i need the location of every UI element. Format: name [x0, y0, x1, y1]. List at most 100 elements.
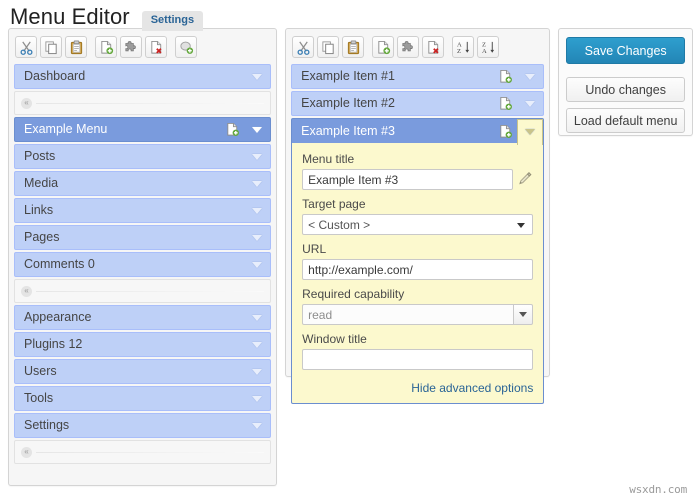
- menu-row[interactable]: Tools: [14, 386, 272, 411]
- required-capability-dropdown-button[interactable]: [514, 304, 534, 325]
- field-menu-title: Menu title: [302, 152, 533, 190]
- required-capability-input[interactable]: [302, 304, 515, 325]
- menu-row[interactable]: Links: [14, 198, 272, 223]
- menu-row[interactable]: Media: [14, 171, 272, 196]
- target-page-select[interactable]: < Custom >: [302, 214, 534, 235]
- menu-row-label: Appearance: [24, 310, 92, 325]
- menu-row[interactable]: Users: [14, 359, 272, 384]
- separator-line: [36, 290, 265, 292]
- menu-row-label: Tools: [24, 391, 54, 406]
- save-changes-button[interactable]: Save Changes: [566, 37, 685, 64]
- new-separator-icon[interactable]: [175, 36, 197, 58]
- pencil-icon[interactable]: [518, 171, 533, 189]
- separator-handle-icon: «: [21, 285, 32, 297]
- sort-desc-icon[interactable]: ZA: [477, 36, 500, 58]
- load-default-menu-button[interactable]: Load default menu: [566, 108, 685, 133]
- undo-changes-button[interactable]: Undo changes: [566, 77, 685, 102]
- menu-row-label: Dashboard: [24, 69, 86, 84]
- chevron-down-icon[interactable]: [244, 387, 270, 410]
- puzzle-icon[interactable]: [120, 36, 142, 58]
- target-page-value: < Custom >: [308, 217, 371, 232]
- chevron-down-icon[interactable]: [244, 414, 270, 437]
- chevron-down-icon[interactable]: [244, 253, 270, 276]
- tab-settings[interactable]: Settings: [141, 11, 204, 31]
- menu-separator-row[interactable]: «: [14, 279, 272, 303]
- chevron-down-icon[interactable]: [244, 118, 270, 141]
- separator-handle-icon: «: [21, 446, 32, 458]
- page-header: Menu Editor Settings: [0, 0, 693, 31]
- menu-row[interactable]: Appearance: [14, 305, 272, 330]
- menu-row-label: Posts: [24, 149, 56, 164]
- page-icon[interactable]: [225, 122, 240, 137]
- chevron-down-icon[interactable]: [244, 65, 270, 88]
- paste-icon[interactable]: [65, 36, 87, 58]
- cut-icon[interactable]: [292, 36, 315, 58]
- chevron-down-icon[interactable]: [244, 226, 270, 249]
- chevron-down-icon[interactable]: [517, 118, 544, 145]
- menu-row[interactable]: Comments 0: [14, 252, 272, 277]
- page-icon[interactable]: [498, 69, 513, 84]
- menu-separator-row[interactable]: «: [14, 91, 272, 115]
- menu-row-label: Plugins 12: [24, 337, 83, 352]
- menu-row-label: Comments 0: [24, 257, 95, 272]
- menu-title-input[interactable]: [302, 169, 514, 190]
- puzzle-icon[interactable]: [397, 36, 420, 58]
- menu-row-label: Users: [24, 364, 57, 379]
- field-required-capability: Required capability: [302, 287, 534, 325]
- copy-icon[interactable]: [40, 36, 62, 58]
- url-input[interactable]: [302, 259, 534, 280]
- menu-row-label: Media: [24, 176, 59, 191]
- menu-row-label: Settings: [24, 418, 70, 433]
- workspace: Dashboard « Example Menu Posts Media Links Pag…: [0, 28, 693, 486]
- target-page-label: Target page: [302, 197, 366, 211]
- chevron-down-icon[interactable]: [244, 333, 270, 356]
- new-item-icon[interactable]: [372, 36, 395, 58]
- menu-row[interactable]: Plugins 12: [14, 332, 272, 357]
- window-title-label: Window title: [302, 332, 367, 346]
- field-window-title: Window title: [302, 332, 534, 370]
- chevron-down-icon[interactable]: [517, 65, 543, 88]
- page-icon[interactable]: [498, 124, 513, 139]
- chevron-down-icon[interactable]: [244, 172, 270, 195]
- chevron-down-icon[interactable]: [517, 92, 543, 115]
- submenu-row-label: Example Item #1: [301, 69, 395, 84]
- chevron-down-icon[interactable]: [244, 145, 270, 168]
- menu-row[interactable]: Example Menu: [14, 117, 272, 142]
- menu-row[interactable]: Settings: [14, 413, 272, 438]
- menu-row[interactable]: Posts: [14, 144, 272, 169]
- submenu-row[interactable]: Example Item #2: [291, 91, 545, 116]
- menu-row[interactable]: Pages: [14, 225, 272, 250]
- new-menu-icon[interactable]: [95, 36, 117, 58]
- menu-row[interactable]: Dashboard: [14, 64, 272, 89]
- toggle-advanced-options-link[interactable]: Hide advanced options: [411, 381, 533, 395]
- actions-panel: Save Changes Undo changes Load default m…: [558, 28, 693, 136]
- separator-line: [36, 451, 265, 453]
- separator-handle-icon: «: [21, 97, 32, 109]
- item-settings-form: Menu title Target page < Custom >: [291, 143, 545, 404]
- submenu-row[interactable]: Example Item #3: [291, 118, 545, 145]
- menu-separator-row[interactable]: «: [14, 440, 272, 464]
- chevron-down-icon[interactable]: [244, 360, 270, 383]
- copy-icon[interactable]: [317, 36, 340, 58]
- form-footer: Hide advanced options: [302, 377, 533, 395]
- watermark: wsxdn.com: [629, 483, 687, 496]
- delete-menu-icon[interactable]: [145, 36, 167, 58]
- paste-icon[interactable]: [342, 36, 365, 58]
- cut-icon[interactable]: [15, 36, 37, 58]
- delete-item-icon[interactable]: [422, 36, 445, 58]
- required-capability-label: Required capability: [302, 287, 405, 301]
- submenu-row[interactable]: Example Item #1: [291, 64, 545, 89]
- separator-line: [36, 102, 265, 104]
- chevron-down-icon[interactable]: [244, 306, 270, 329]
- svg-text:A: A: [482, 48, 487, 55]
- submenu-row-label: Example Item #2: [301, 96, 395, 111]
- chevron-down-icon[interactable]: [244, 199, 270, 222]
- field-target-page: Target page < Custom >: [302, 197, 534, 235]
- url-label: URL: [302, 242, 327, 256]
- submenu-panel: AZ ZA Example Item #1 Example Item #2 Exam…: [285, 28, 551, 404]
- window-title-input[interactable]: [302, 349, 534, 370]
- page-icon[interactable]: [498, 96, 513, 111]
- sort-asc-icon[interactable]: AZ: [452, 36, 475, 58]
- menu-list-panel: Dashboard « Example Menu Posts Media Links Pag…: [8, 28, 278, 486]
- menu-row-label: Example Menu: [24, 122, 108, 137]
